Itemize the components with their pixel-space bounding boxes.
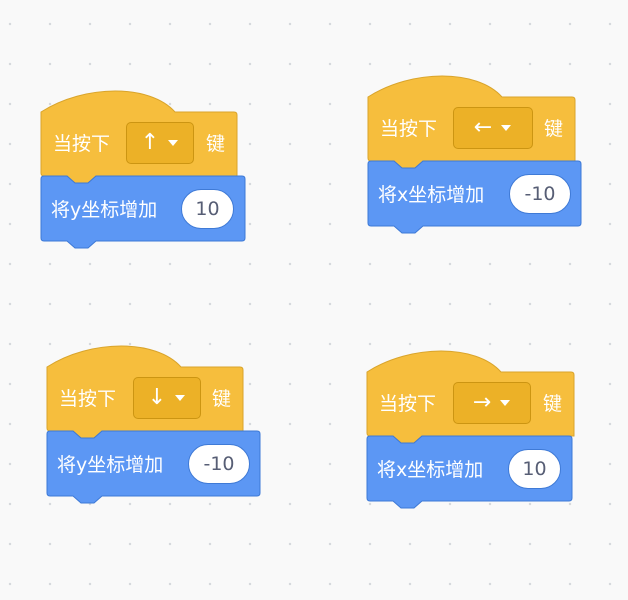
script-shapes <box>46 345 261 504</box>
hat-suffix-label: 键 <box>206 133 226 155</box>
key-dropdown[interactable]: ← <box>453 107 533 149</box>
action-label: 将y坐标增加 <box>51 199 158 221</box>
key-value: ↑ <box>140 130 160 155</box>
caret-down-icon <box>168 140 179 146</box>
action-label: 将y坐标增加 <box>57 454 164 476</box>
caret-down-icon <box>500 400 511 406</box>
script-shapes <box>366 350 575 509</box>
value-input[interactable]: 10 <box>508 449 561 489</box>
script-shapes <box>367 75 582 234</box>
action-label: 将x坐标增加 <box>378 184 485 206</box>
value-input[interactable]: -10 <box>188 444 250 484</box>
value-input[interactable]: -10 <box>509 174 571 214</box>
key-value: ← <box>473 115 493 140</box>
key-dropdown[interactable]: ↓ <box>133 377 201 419</box>
key-value: → <box>472 390 492 415</box>
value-input[interactable]: 10 <box>181 189 234 229</box>
hat-prefix-label: 当按下 <box>379 393 437 415</box>
hat-suffix-label: 键 <box>212 388 232 410</box>
hat-prefix-label: 当按下 <box>53 133 111 155</box>
key-dropdown[interactable]: ↑ <box>126 122 194 164</box>
key-dropdown[interactable]: → <box>453 382 531 424</box>
hat-prefix-label: 当按下 <box>380 118 438 140</box>
key-value: ↓ <box>147 385 167 410</box>
caret-down-icon <box>175 395 186 401</box>
hat-suffix-label: 键 <box>543 393 563 415</box>
caret-down-icon <box>501 125 512 131</box>
hat-prefix-label: 当按下 <box>59 388 117 410</box>
action-label: 将x坐标增加 <box>377 459 484 481</box>
script-shapes <box>40 90 246 249</box>
hat-suffix-label: 键 <box>544 118 564 140</box>
